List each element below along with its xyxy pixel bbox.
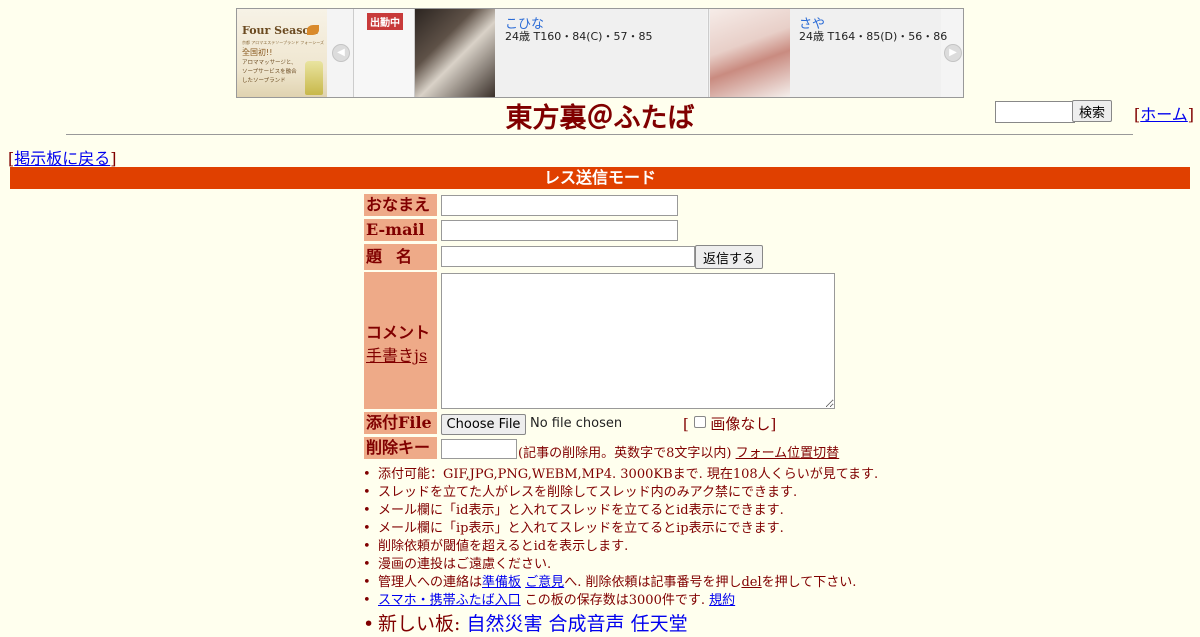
list-item: スレッドを立てた人がレスを削除してスレッド内のみアク禁にできます. <box>363 484 878 502</box>
list-item: 添付可能：GIF,JPG,PNG,WEBM,MP4. 3000KBまで. 現在1… <box>363 466 878 484</box>
leaf-icon <box>307 25 319 35</box>
notes-list: 添付可能：GIF,JPG,PNG,WEBM,MP4. 3000KBまで. 現在1… <box>363 466 878 637</box>
delete-key-label: 削除キー <box>364 437 437 459</box>
rules-link[interactable]: 規約 <box>709 593 735 608</box>
girl-photo[interactable] <box>710 9 790 97</box>
mobile-entry-link[interactable]: スマホ・携帯ふたば入口 <box>378 593 521 608</box>
no-image-checkbox[interactable] <box>693 416 706 428</box>
delete-key-input[interactable] <box>441 439 517 459</box>
bottle-image <box>305 61 323 95</box>
back-link-wrapper: [掲示板に戻る] <box>8 149 117 168</box>
choose-file-button[interactable]: Choose File <box>441 414 526 435</box>
name-label: おなまえ <box>364 194 437 216</box>
delete-key-note: (記事の削除用。英数字で8文字以内) <box>518 446 732 461</box>
list-item: 新しい板: 自然災害 合成音声 任天堂 <box>363 611 878 637</box>
shop-headline: 全国初!! <box>242 48 273 57</box>
comment-label-cell: コメント 手書きjs <box>364 272 437 409</box>
list-item: スマホ・携帯ふたば入口 この板の保存数は3000件です. 規約 <box>363 592 878 610</box>
email-label: E-mail <box>364 219 437 241</box>
handwrite-link[interactable]: 手書きjs <box>366 342 427 366</box>
note-text: を押して下さい. <box>761 575 857 590</box>
file-label: 添付File <box>364 412 437 434</box>
list-item: メール欄に「id表示」と入れてスレッドを立てるとid表示にできます. <box>363 502 878 520</box>
board-link-nintendo[interactable]: 任天堂 <box>631 613 688 635</box>
list-item: 削除依頼が閾値を超えるとidを表示します. <box>363 538 878 556</box>
chevron-right-icon[interactable]: ▶ <box>944 44 962 62</box>
feedback-link[interactable]: ご意見 <box>525 575 564 590</box>
list-item: メール欄に「ip表示」と入れてスレッドを立てるとip表示にできます. <box>363 520 878 538</box>
list-item: 管理人への連絡は準備板 ご意見へ. 削除依頼は記事番号を押しdelを押して下さい… <box>363 574 878 592</box>
delete-key-note-wrap: (記事の削除用。英数字で8文字以内) フォーム位置切替 <box>518 442 839 461</box>
board-link-natural-disaster[interactable]: 自然災害 <box>466 613 542 635</box>
search-button[interactable]: 検索 <box>1072 100 1112 122</box>
email-input[interactable] <box>441 220 678 241</box>
ad-banner[interactable]: Four Season 京都 アロマエステソープランド フォーシーズン 全国初!… <box>236 8 964 98</box>
subject-label: 題名 <box>364 244 437 270</box>
on-duty-badge: 出勤中 <box>367 13 403 30</box>
prep-board-link[interactable]: 準備板 <box>482 575 521 590</box>
no-image-option: [ 画像なし] <box>683 415 777 433</box>
chevron-left-icon[interactable]: ◀ <box>332 44 350 62</box>
divider <box>66 134 1133 135</box>
shop-description: アロママッサージと、ソープサービスを融合したソープランド <box>242 60 297 84</box>
note-text: へ. 削除依頼は記事番号を押し <box>564 575 742 590</box>
search-input[interactable] <box>995 101 1075 123</box>
reply-button[interactable]: 返信する <box>695 245 763 269</box>
girl-spec: 24歳 T160・84(C)・57・85 <box>505 30 653 43</box>
file-status: No file chosen <box>530 416 623 431</box>
note-text: 管理人への連絡は <box>378 575 483 590</box>
no-image-label[interactable]: 画像なし <box>710 415 770 433</box>
reply-mode-bar: レス送信モード <box>10 167 1190 189</box>
new-boards-label: 新しい板: <box>378 613 461 635</box>
home-link[interactable]: ホーム <box>1140 105 1188 124</box>
girl-spec: 24歳 T164・85(D)・56・86 <box>799 30 948 43</box>
form-position-toggle-link[interactable]: フォーム位置切替 <box>736 446 840 461</box>
home-link-wrapper: [ホーム] <box>1134 105 1195 124</box>
girl-photo[interactable] <box>415 9 495 97</box>
back-to-board-link[interactable]: 掲示板に戻る <box>14 149 110 168</box>
shop-logo[interactable]: Four Season 京都 アロマエステソープランド フォーシーズン 全国初!… <box>237 9 327 97</box>
list-item: 漫画の連投はご遠慮ください. <box>363 556 878 574</box>
note-text: この板の保存数は3000件です. <box>524 593 705 608</box>
name-input[interactable] <box>441 195 678 216</box>
board-link-synth-voice[interactable]: 合成音声 <box>549 613 625 635</box>
comment-textarea[interactable] <box>441 273 835 409</box>
subject-input[interactable] <box>441 246 695 267</box>
comment-label: コメント <box>366 323 431 342</box>
del-link[interactable]: del <box>741 575 761 590</box>
